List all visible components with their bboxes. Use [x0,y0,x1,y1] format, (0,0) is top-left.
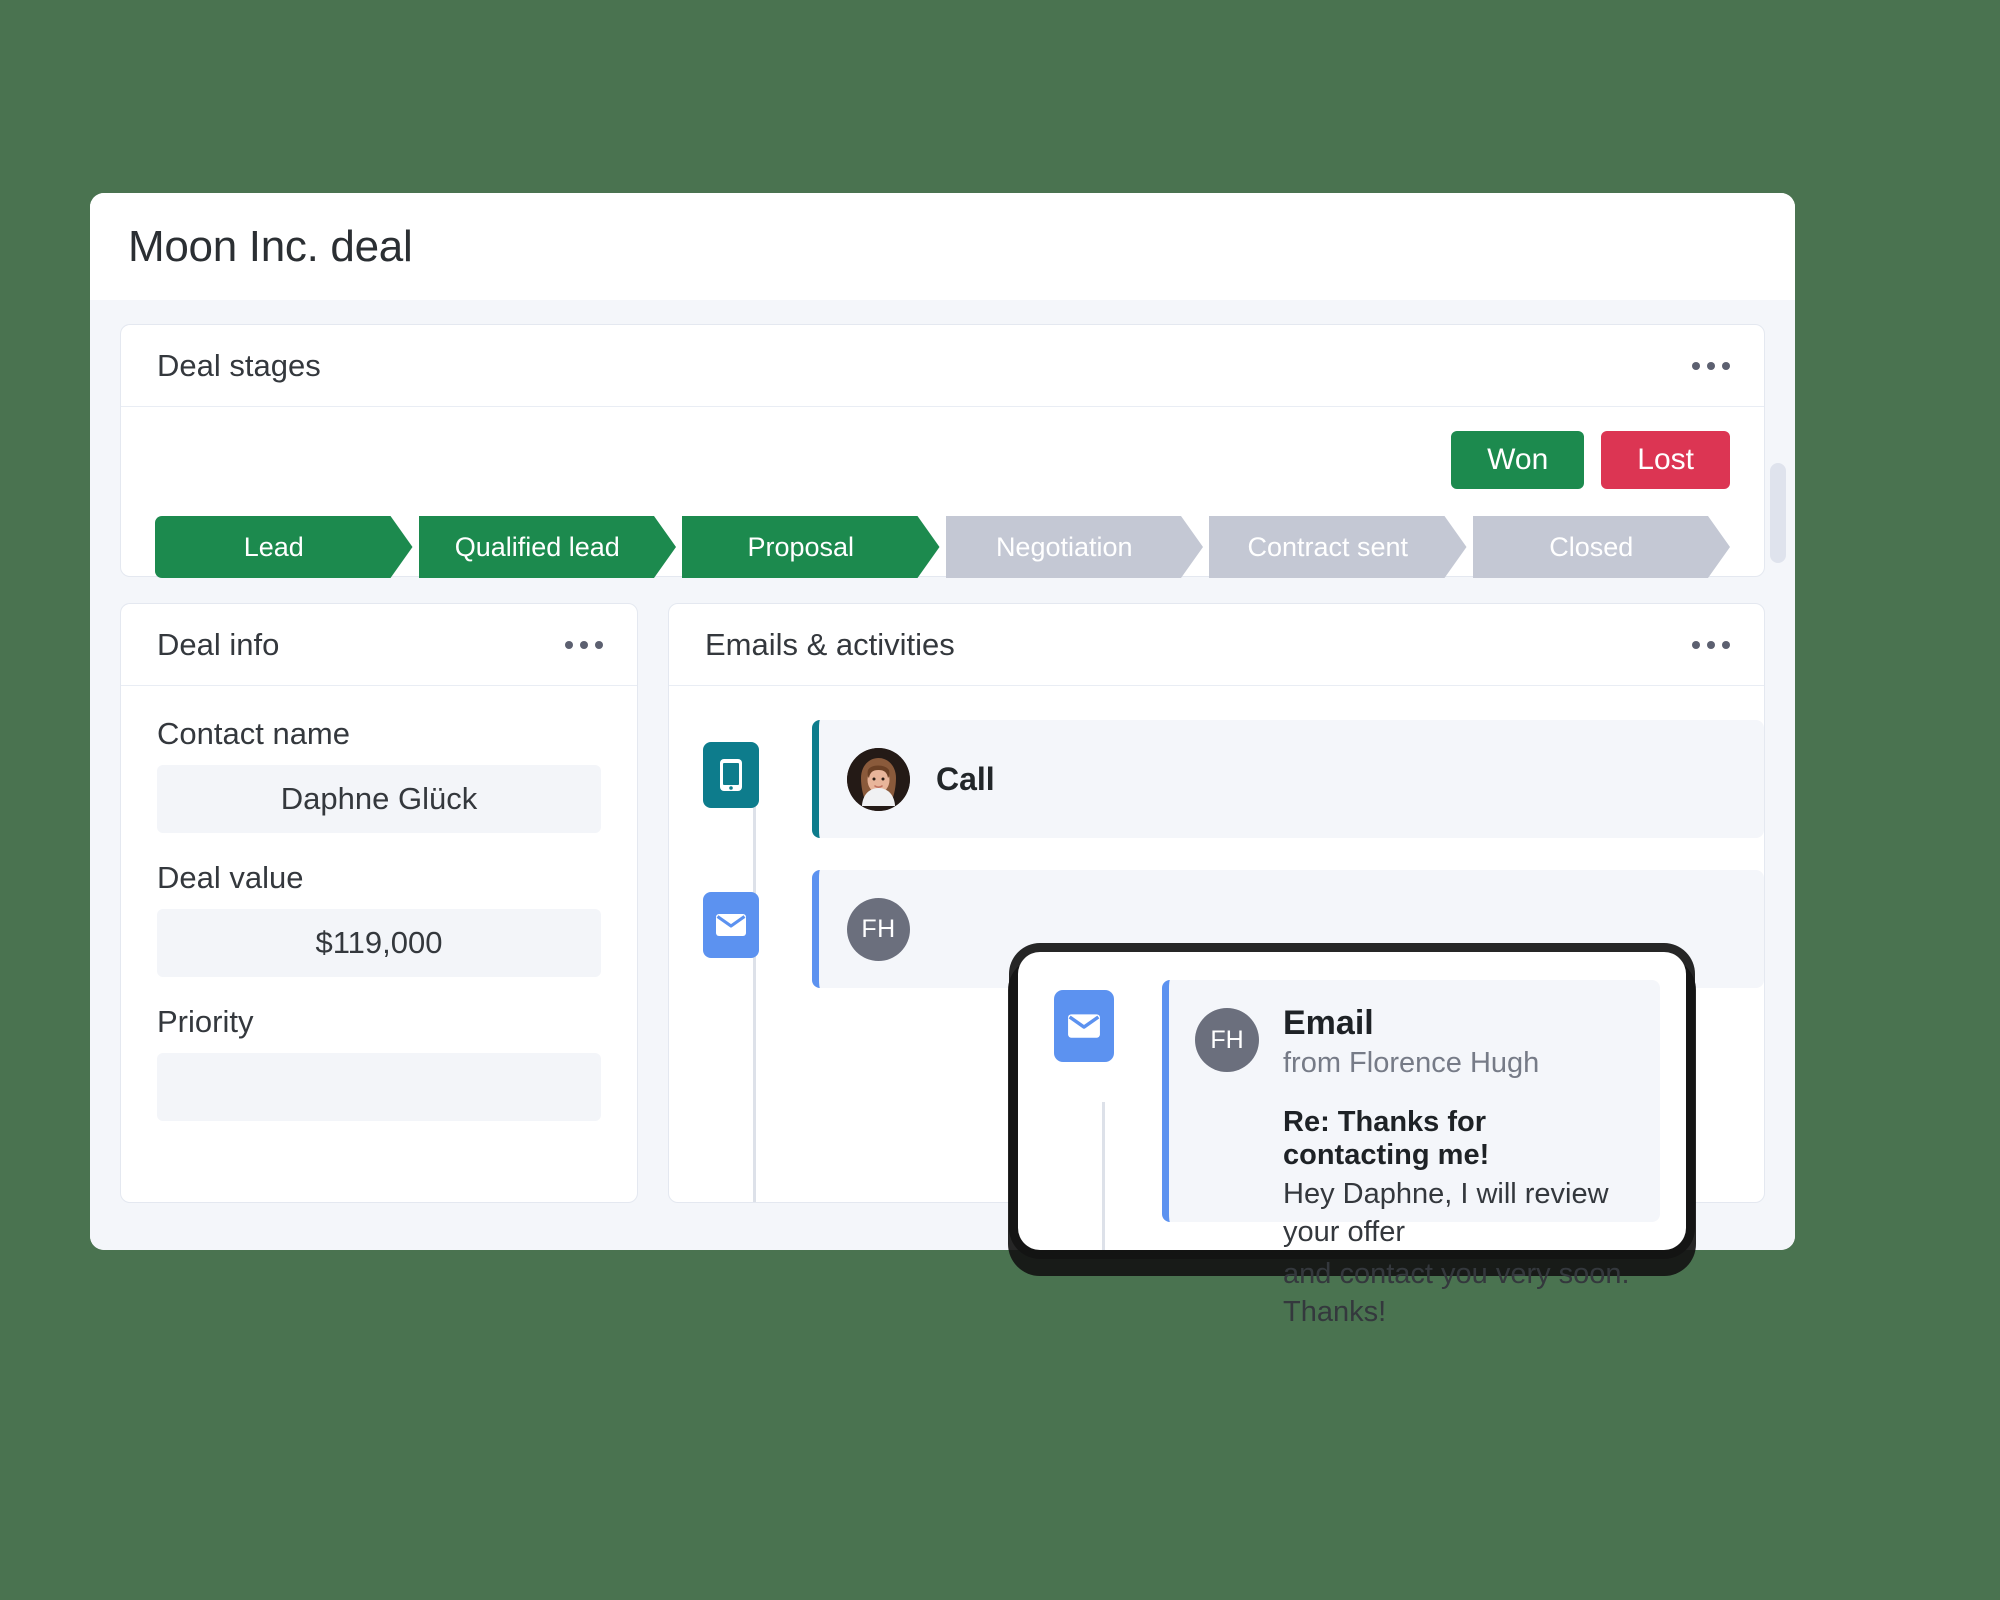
floating-email-body: FH Email from Florence Hugh Re: Thanks f… [1162,980,1660,1328]
deal-stages-title: Deal stages [157,347,321,383]
deal-info-fields: Contact name Daphne Glück Deal value $11… [121,686,637,1121]
won-lost-row: Won Lost [155,431,1730,489]
floating-email-text: Email from Florence Hugh Re: Thanks for … [1283,1004,1634,1328]
activities-header: Emails & activities [669,604,1764,686]
vertical-scrollbar[interactable] [1769,300,1787,1250]
stage-proposal[interactable]: Proposal [682,516,940,578]
email-message-line-2: and contact you very soon. Thanks! [1283,1257,1630,1328]
envelope-icon[interactable] [1054,990,1114,1062]
email-sender-label: from Florence Hugh [1283,1047,1540,1080]
deal-value-field[interactable]: $119,000 [157,909,601,977]
deal-info-card: Deal info Contact name Daphne Glück Deal… [120,603,638,1203]
priority-field[interactable] [157,1053,601,1121]
stage-qualified-lead[interactable]: Qualified lead [419,516,677,578]
envelope-icon[interactable] [703,892,759,958]
stage-negotiation[interactable]: Negotiation [946,516,1204,578]
activity-card-call: Call [812,720,1764,838]
activity-item-call[interactable]: Call [669,720,1764,838]
email-kind-label: Email [1283,1004,1374,1042]
floating-email-card: FH Email from Florence Hugh Re: Thanks f… [1018,952,1686,1328]
priority-label: Priority [157,1004,254,1039]
avatar: FH [847,897,910,961]
avatar: FH [1195,1008,1259,1072]
more-horizontal-icon[interactable] [1686,631,1736,659]
phone-icon[interactable] [703,742,759,808]
more-horizontal-icon[interactable] [559,631,609,659]
deal-stages-body: Won Lost Lead Qualified lead Proposal Ne… [121,407,1764,578]
scrollbar-thumb[interactable] [1770,463,1786,563]
page-title: Moon Inc. deal [128,221,413,271]
won-button[interactable]: Won [1451,431,1585,489]
activity-type-label: Call [936,760,995,797]
deal-stages-card: Deal stages Won Lost Lead Qualified lead… [120,324,1765,577]
deal-info-title: Deal info [157,626,280,662]
avatar [847,747,910,811]
stage-contract-sent[interactable]: Contract sent [1209,516,1467,578]
stage-closed[interactable]: Closed [1473,516,1731,578]
contact-name-label: Contact name [157,716,350,751]
lost-button[interactable]: Lost [1601,431,1730,489]
stage-lead[interactable]: Lead [155,516,413,578]
float-timeline-rail [1102,1102,1105,1250]
deal-stages-header: Deal stages [121,325,1764,407]
deal-value-label: Deal value [157,860,304,895]
activities-title: Emails & activities [705,626,955,662]
email-subject: Re: Thanks for contacting me! [1283,1106,1490,1172]
window-header: Moon Inc. deal [90,193,1795,300]
contact-name-field[interactable]: Daphne Glück [157,765,601,833]
deal-info-header: Deal info [121,604,637,686]
timeline-rail [753,806,756,1202]
more-horizontal-icon[interactable] [1686,352,1736,380]
email-message-line-1: Hey Daphne, I will review your offer [1283,1178,1609,1249]
deal-stage-pipeline: Lead Qualified lead Proposal Negotiation… [155,516,1730,578]
